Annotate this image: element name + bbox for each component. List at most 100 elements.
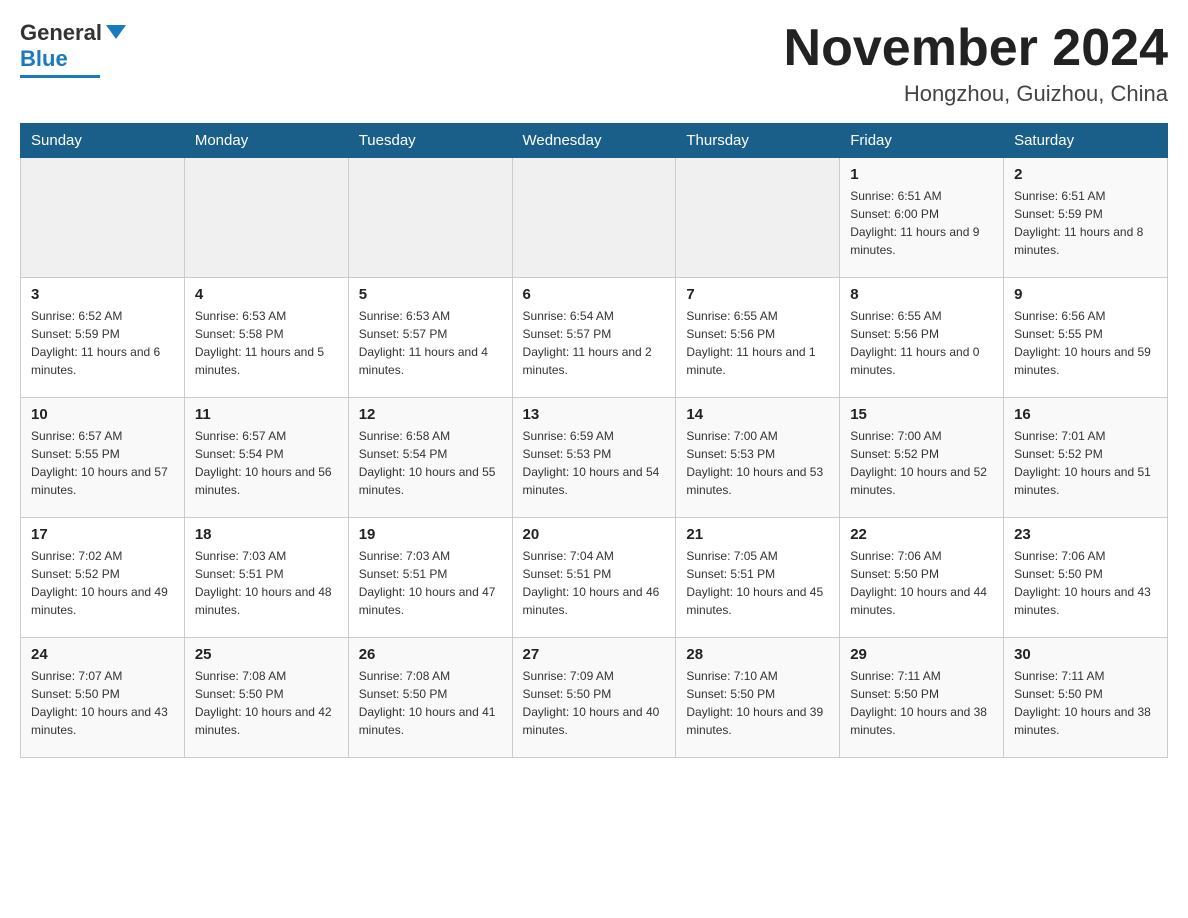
calendar-cell [21, 158, 185, 278]
calendar-week-4: 17 Sunrise: 7:02 AM Sunset: 5:52 PM Dayli… [21, 518, 1168, 638]
day-number: 22 [850, 526, 993, 543]
calendar-cell: 23 Sunrise: 7:06 AM Sunset: 5:50 PM Dayli… [1004, 518, 1168, 638]
day-number: 15 [850, 406, 993, 423]
day-info: Sunrise: 7:10 AM Sunset: 5:50 PM Dayligh… [686, 667, 829, 739]
calendar-cell: 9 Sunrise: 6:56 AM Sunset: 5:55 PM Daylig… [1004, 278, 1168, 398]
day-number: 1 [850, 166, 993, 183]
day-info: Sunrise: 6:51 AM Sunset: 5:59 PM Dayligh… [1014, 187, 1157, 259]
calendar-body: 1 Sunrise: 6:51 AM Sunset: 6:00 PM Daylig… [21, 158, 1168, 758]
calendar-cell [512, 158, 676, 278]
day-number: 27 [523, 646, 666, 663]
calendar-cell: 15 Sunrise: 7:00 AM Sunset: 5:52 PM Dayli… [840, 398, 1004, 518]
day-info: Sunrise: 6:53 AM Sunset: 5:58 PM Dayligh… [195, 307, 338, 379]
day-info: Sunrise: 7:04 AM Sunset: 5:51 PM Dayligh… [523, 547, 666, 619]
calendar-cell: 11 Sunrise: 6:57 AM Sunset: 5:54 PM Dayli… [184, 398, 348, 518]
calendar-week-1: 1 Sunrise: 6:51 AM Sunset: 6:00 PM Daylig… [21, 158, 1168, 278]
logo: General Blue [20, 20, 126, 78]
day-info: Sunrise: 7:11 AM Sunset: 5:50 PM Dayligh… [850, 667, 993, 739]
calendar-week-5: 24 Sunrise: 7:07 AM Sunset: 5:50 PM Dayli… [21, 638, 1168, 758]
day-number: 2 [1014, 166, 1157, 183]
day-number: 14 [686, 406, 829, 423]
day-info: Sunrise: 7:06 AM Sunset: 5:50 PM Dayligh… [850, 547, 993, 619]
calendar-cell: 2 Sunrise: 6:51 AM Sunset: 5:59 PM Daylig… [1004, 158, 1168, 278]
day-number: 11 [195, 406, 338, 423]
day-info: Sunrise: 6:51 AM Sunset: 6:00 PM Dayligh… [850, 187, 993, 259]
calendar-table: SundayMondayTuesdayWednesdayThursdayFrid… [20, 123, 1168, 758]
header-day-monday: Monday [184, 124, 348, 158]
day-number: 12 [359, 406, 502, 423]
calendar-cell: 25Sunrise: 7:08 AM Sunset: 5:50 PM Dayli… [184, 638, 348, 758]
calendar-cell [348, 158, 512, 278]
calendar-cell: 7Sunrise: 6:55 AM Sunset: 5:56 PM Daylig… [676, 278, 840, 398]
calendar-cell: 20Sunrise: 7:04 AM Sunset: 5:51 PM Dayli… [512, 518, 676, 638]
day-number: 16 [1014, 406, 1157, 423]
calendar-cell: 24 Sunrise: 7:07 AM Sunset: 5:50 PM Dayli… [21, 638, 185, 758]
header-day-thursday: Thursday [676, 124, 840, 158]
calendar-cell [676, 158, 840, 278]
calendar-cell: 14 Sunrise: 7:00 AM Sunset: 5:53 PM Dayli… [676, 398, 840, 518]
calendar-cell: 17 Sunrise: 7:02 AM Sunset: 5:52 PM Dayli… [21, 518, 185, 638]
day-number: 19 [359, 526, 502, 543]
calendar-week-3: 10 Sunrise: 6:57 AM Sunset: 5:55 PM Dayli… [21, 398, 1168, 518]
day-number: 10 [31, 406, 174, 423]
calendar-cell: 29 Sunrise: 7:11 AM Sunset: 5:50 PM Dayli… [840, 638, 1004, 758]
day-number: 17 [31, 526, 174, 543]
day-number: 29 [850, 646, 993, 663]
day-number: 18 [195, 526, 338, 543]
day-number: 28 [686, 646, 829, 663]
day-info: Sunrise: 7:07 AM Sunset: 5:50 PM Dayligh… [31, 667, 174, 739]
calendar-cell: 28 Sunrise: 7:10 AM Sunset: 5:50 PM Dayli… [676, 638, 840, 758]
header-day-sunday: Sunday [21, 124, 185, 158]
logo-triangle-icon [106, 25, 126, 39]
day-number: 26 [359, 646, 502, 663]
day-number: 25 [195, 646, 338, 663]
calendar-cell: 1 Sunrise: 6:51 AM Sunset: 6:00 PM Daylig… [840, 158, 1004, 278]
day-info: Sunrise: 7:00 AM Sunset: 5:52 PM Dayligh… [850, 427, 993, 499]
day-info: Sunrise: 6:57 AM Sunset: 5:55 PM Dayligh… [31, 427, 174, 499]
day-info: Sunrise: 7:06 AM Sunset: 5:50 PM Dayligh… [1014, 547, 1157, 619]
day-number: 6 [523, 286, 666, 303]
day-info: Sunrise: 6:54 AM Sunset: 5:57 PM Dayligh… [523, 307, 666, 379]
day-info: Sunrise: 7:00 AM Sunset: 5:53 PM Dayligh… [686, 427, 829, 499]
calendar-cell: 19Sunrise: 7:03 AM Sunset: 5:51 PM Dayli… [348, 518, 512, 638]
header-day-friday: Friday [840, 124, 1004, 158]
day-number: 5 [359, 286, 502, 303]
day-number: 9 [1014, 286, 1157, 303]
day-info: Sunrise: 6:57 AM Sunset: 5:54 PM Dayligh… [195, 427, 338, 499]
calendar-week-2: 3 Sunrise: 6:52 AM Sunset: 5:59 PM Daylig… [21, 278, 1168, 398]
day-info: Sunrise: 6:53 AM Sunset: 5:57 PM Dayligh… [359, 307, 502, 379]
day-info: Sunrise: 6:52 AM Sunset: 5:59 PM Dayligh… [31, 307, 174, 379]
calendar-cell: 3 Sunrise: 6:52 AM Sunset: 5:59 PM Daylig… [21, 278, 185, 398]
month-title: November 2024 [784, 20, 1168, 77]
page-header: General Blue November 2024 Hongzhou, Gui… [20, 20, 1168, 107]
day-info: Sunrise: 6:56 AM Sunset: 5:55 PM Dayligh… [1014, 307, 1157, 379]
day-info: Sunrise: 7:02 AM Sunset: 5:52 PM Dayligh… [31, 547, 174, 619]
logo-underline [20, 75, 100, 78]
day-number: 24 [31, 646, 174, 663]
header-day-tuesday: Tuesday [348, 124, 512, 158]
day-info: Sunrise: 6:59 AM Sunset: 5:53 PM Dayligh… [523, 427, 666, 499]
logo-brand: General [20, 20, 102, 45]
header-day-saturday: Saturday [1004, 124, 1168, 158]
day-number: 4 [195, 286, 338, 303]
day-info: Sunrise: 6:55 AM Sunset: 5:56 PM Dayligh… [686, 307, 829, 379]
logo-blue: Blue [20, 46, 68, 71]
calendar-cell: 26Sunrise: 7:08 AM Sunset: 5:50 PM Dayli… [348, 638, 512, 758]
day-number: 13 [523, 406, 666, 423]
day-info: Sunrise: 6:55 AM Sunset: 5:56 PM Dayligh… [850, 307, 993, 379]
day-info: Sunrise: 7:11 AM Sunset: 5:50 PM Dayligh… [1014, 667, 1157, 739]
day-info: Sunrise: 6:58 AM Sunset: 5:54 PM Dayligh… [359, 427, 502, 499]
day-number: 3 [31, 286, 174, 303]
day-info: Sunrise: 7:03 AM Sunset: 5:51 PM Dayligh… [195, 547, 338, 619]
logo-text: General Blue [20, 20, 126, 73]
calendar-cell: 18 Sunrise: 7:03 AM Sunset: 5:51 PM Dayli… [184, 518, 348, 638]
title-block: November 2024 Hongzhou, Guizhou, China [784, 20, 1168, 107]
calendar-cell: 16Sunrise: 7:01 AM Sunset: 5:52 PM Dayli… [1004, 398, 1168, 518]
day-info: Sunrise: 7:09 AM Sunset: 5:50 PM Dayligh… [523, 667, 666, 739]
calendar-cell: 5 Sunrise: 6:53 AM Sunset: 5:57 PM Daylig… [348, 278, 512, 398]
calendar-cell: 13 Sunrise: 6:59 AM Sunset: 5:53 PM Dayli… [512, 398, 676, 518]
header-row: SundayMondayTuesdayWednesdayThursdayFrid… [21, 124, 1168, 158]
calendar-cell: 10 Sunrise: 6:57 AM Sunset: 5:55 PM Dayli… [21, 398, 185, 518]
day-number: 23 [1014, 526, 1157, 543]
location: Hongzhou, Guizhou, China [784, 81, 1168, 107]
